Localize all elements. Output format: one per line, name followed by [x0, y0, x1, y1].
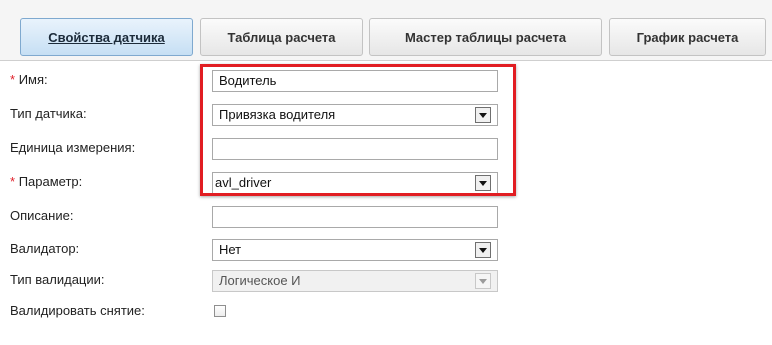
validator-select[interactable]: Нет: [212, 239, 498, 261]
parameter-label: * Параметр:: [10, 174, 83, 189]
tab-calculation-table[interactable]: Таблица расчета: [200, 18, 363, 56]
validator-label: Валидатор:: [10, 241, 80, 256]
description-input[interactable]: [212, 206, 498, 228]
tab-calculation-table-wizard[interactable]: Мастер таблицы расчета: [369, 18, 602, 56]
chevron-down-icon: [475, 273, 491, 289]
tab-label: График расчета: [636, 29, 739, 45]
description-label: Описание:: [10, 208, 74, 223]
highlight-frame: [200, 64, 516, 196]
validation-type-label: Тип валидации:: [10, 272, 105, 287]
unit-label: Единица измерения:: [10, 140, 136, 155]
name-label: * Имя:: [10, 72, 48, 87]
validation-type-select: Логическое И: [212, 270, 498, 292]
chevron-down-icon[interactable]: [475, 242, 491, 258]
tab-label: Таблица расчета: [227, 29, 336, 45]
tab-sensor-properties[interactable]: Свойства датчика: [20, 18, 193, 56]
required-mark: *: [10, 72, 16, 87]
tab-calculation-chart[interactable]: График расчета: [609, 18, 766, 56]
tab-bar: Свойства датчика Таблица расчета Мастер …: [0, 0, 772, 61]
validate-removal-label: Валидировать снятие:: [10, 303, 145, 318]
required-mark: *: [10, 174, 16, 189]
tab-label: Свойства датчика: [48, 29, 165, 45]
tab-label: Мастер таблицы расчета: [404, 29, 567, 45]
validate-removal-checkbox[interactable]: [214, 305, 226, 317]
sensor-type-label: Тип датчика:: [10, 106, 87, 121]
